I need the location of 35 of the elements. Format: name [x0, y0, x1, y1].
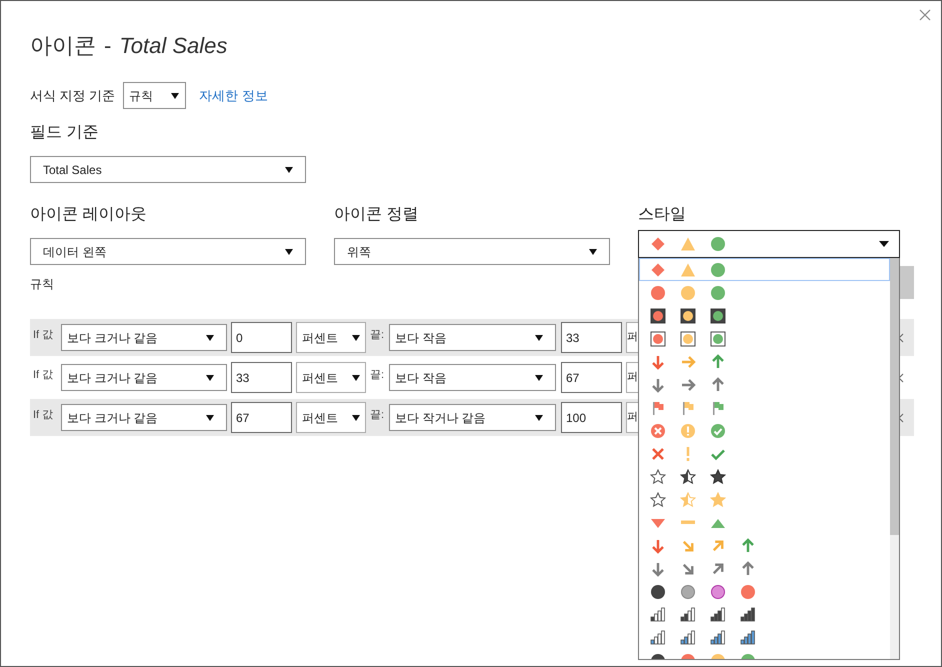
if-value-label: If 값: [33, 408, 54, 423]
operator-select[interactable]: 보다 크거나 같음: [61, 404, 227, 431]
value-input[interactable]: 0: [231, 322, 292, 353]
unit-select[interactable]: 퍼센트: [296, 402, 366, 433]
unit-select[interactable]: 퍼센트: [296, 362, 366, 393]
if-value-label: If 값: [33, 328, 54, 343]
end-label: 끝:: [370, 408, 385, 423]
format-by-select[interactable]: 규칙: [123, 82, 186, 109]
end-operator-select[interactable]: 보다 작거나 같음: [389, 404, 556, 431]
title-separator: -: [104, 32, 112, 60]
icon-alignment-select[interactable]: 위쪽: [334, 238, 610, 265]
end-value-input[interactable]: 33: [561, 322, 622, 353]
icon-layout-select[interactable]: 데이터 왼쪽: [30, 238, 306, 265]
end-value-input[interactable]: 67: [561, 362, 622, 393]
end-operator-select[interactable]: 보다 작음: [389, 324, 556, 351]
value-input[interactable]: 67: [231, 402, 292, 433]
format-by-label: 서식 지정 기준: [30, 86, 116, 105]
window-subtitle: Total Sales: [119, 32, 228, 60]
window-title: 아이콘: [30, 32, 96, 60]
end-label: 끝:: [370, 368, 385, 383]
end-label: 끝:: [370, 328, 385, 343]
field-select[interactable]: Total Sales: [30, 156, 306, 183]
end-value-input[interactable]: 100: [561, 402, 622, 433]
operator-select[interactable]: 보다 크거나 같음: [61, 364, 227, 391]
value-input[interactable]: 33: [231, 362, 292, 393]
icon-layout-label: 아이콘 레이아웃: [30, 205, 148, 225]
based-on-field-label: 필드 기준: [30, 123, 100, 143]
unit-select[interactable]: 퍼센트: [296, 322, 366, 353]
learn-more-link[interactable]: 자세한 정보: [199, 86, 268, 106]
rules-label: 규칙: [30, 276, 54, 293]
if-value-label: If 값: [33, 368, 54, 383]
icon-alignment-label: 아이콘 정렬: [334, 205, 420, 225]
end-operator-select[interactable]: 보다 작음: [389, 364, 556, 391]
operator-select[interactable]: 보다 크거나 같음: [61, 324, 227, 351]
style-label: 스타일: [638, 205, 686, 225]
